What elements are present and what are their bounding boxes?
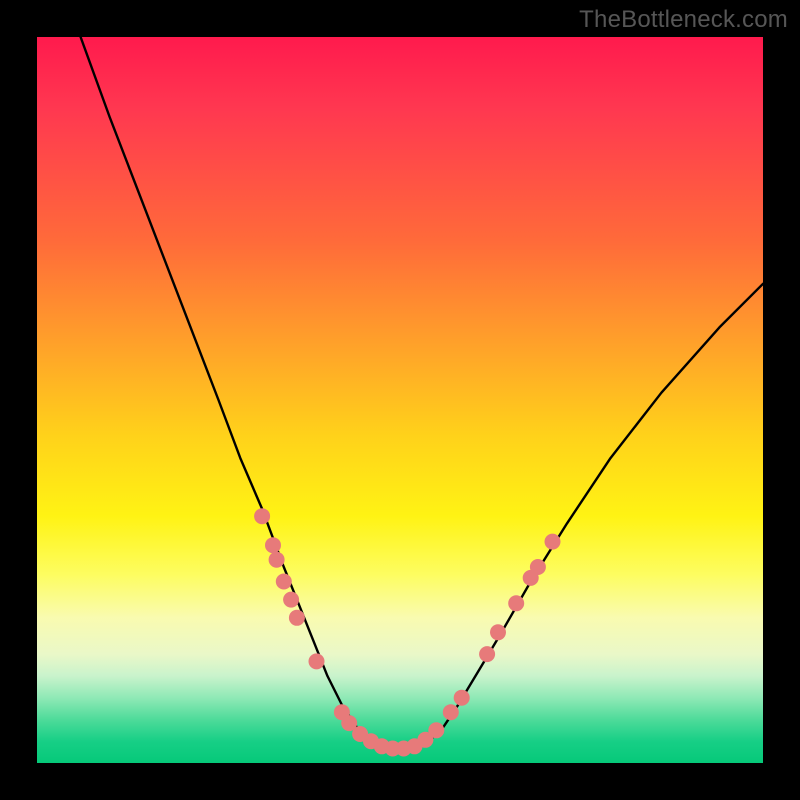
curve-marker <box>254 508 270 524</box>
curve-marker <box>276 574 292 590</box>
curve-marker <box>283 592 299 608</box>
curve-marker <box>479 646 495 662</box>
curve-markers <box>254 508 560 756</box>
curve-marker <box>490 624 506 640</box>
curve-marker <box>309 653 325 669</box>
curve-marker <box>269 552 285 568</box>
bottleneck-curve <box>81 37 763 749</box>
chart-frame: TheBottleneck.com <box>0 0 800 800</box>
chart-svg <box>37 37 763 763</box>
curve-marker <box>530 559 546 575</box>
curve-marker <box>508 595 524 611</box>
curve-marker <box>443 704 459 720</box>
curve-marker <box>289 610 305 626</box>
curve-marker <box>265 537 281 553</box>
curve-marker <box>428 722 444 738</box>
watermark-label: TheBottleneck.com <box>579 6 788 34</box>
chart-plot-area <box>37 37 763 763</box>
curve-marker <box>454 690 470 706</box>
curve-marker <box>545 534 561 550</box>
